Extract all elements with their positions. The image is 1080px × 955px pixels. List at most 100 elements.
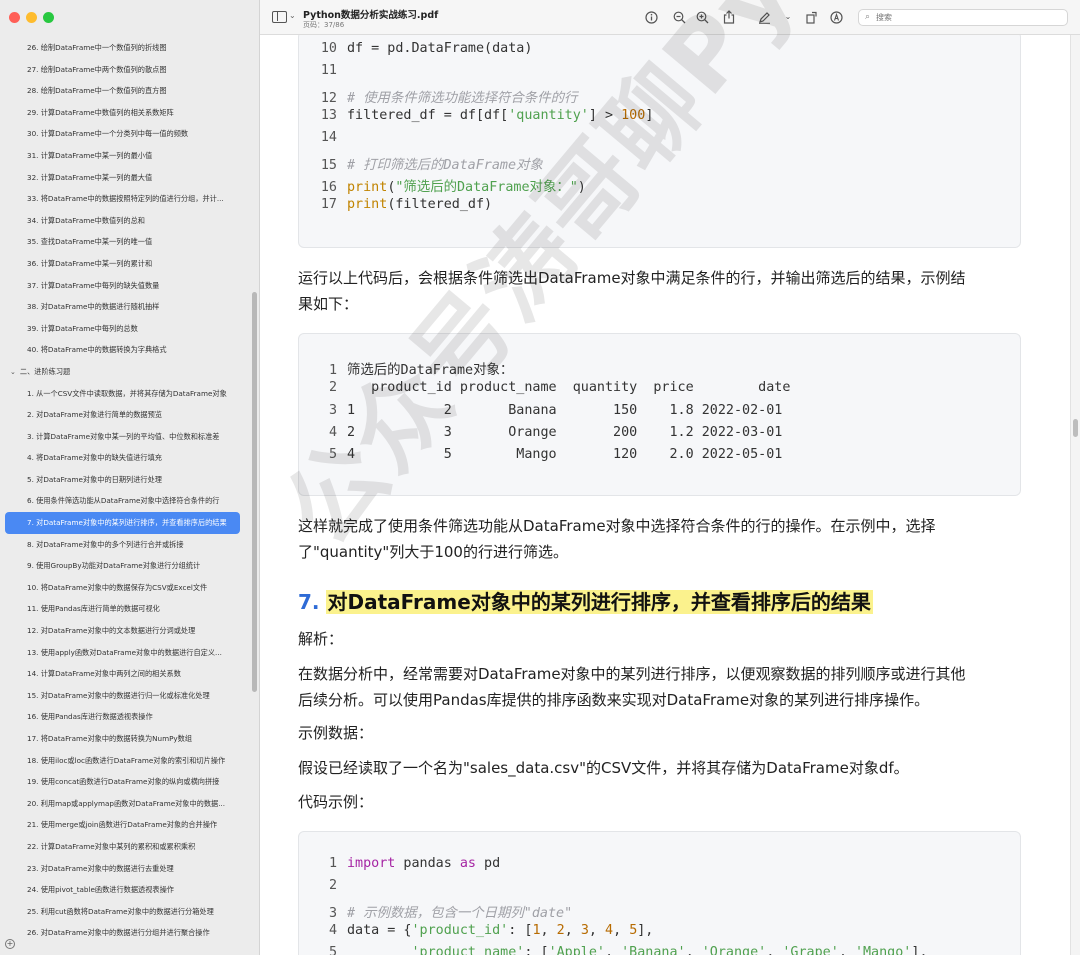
sidebar-item[interactable]: 14. 计算DataFrame对象中两列之间的相关系数 [0, 663, 250, 685]
sidebar-item-label: 37. 计算DataFrame中每列的缺失值数量 [27, 280, 160, 290]
sidebar-item[interactable]: 39. 计算DataFrame中每列的总数 [0, 318, 250, 340]
sidebar-item-label: 32. 计算DataFrame中某一列的最大值 [27, 172, 153, 182]
sidebar-item[interactable]: 24. 使用pivot_table函数进行数据透视表操作 [0, 879, 250, 901]
info-icon[interactable] [644, 10, 658, 24]
code-line: 2 [299, 878, 347, 900]
sidebar-item[interactable]: 12. 对DataFrame对象中的文本数据进行分词或处理 [0, 620, 250, 642]
sidebar-item[interactable]: 5. 对DataFrame对象中的日期列进行处理 [0, 469, 250, 491]
sidebar-item[interactable]: 36. 计算DataFrame中某一列的累计和 [0, 253, 250, 275]
paragraph-summary: 这样就完成了使用条件筛选功能从DataFrame对象中选择符合条件的行的操作。在… [298, 513, 1028, 565]
sidebar-item[interactable]: 19. 使用concat函数进行DataFrame对象的纵向或横向拼接 [0, 771, 250, 793]
line-number: 10 [320, 41, 337, 56]
sidebar-item-label: 7. 对DataFrame对象中的某列进行排序，并查看排序后的结果 [27, 518, 227, 528]
sidebar-item[interactable]: 1. 从一个CSV文件中读取数据，并将其存储为DataFrame对象 [0, 383, 250, 405]
sidebar-item[interactable]: 26. 绘制DataFrame中一个数值列的折线图 [0, 37, 250, 59]
sidebar-item[interactable]: 3. 计算DataFrame对象中某一列的平均值、中位数和标准差 [0, 426, 250, 448]
zoom-in-icon[interactable] [695, 10, 709, 24]
sidebar-item[interactable]: 37. 计算DataFrame中每列的缺失值数量 [0, 275, 250, 297]
toolbar: ⌄ Python数据分析实战练习.pdf 页码：37/86 ⌄ ⌕ [260, 0, 1080, 35]
sidebar-item[interactable]: 28. 绘制DataFrame中一个数值列的直方图 [0, 80, 250, 102]
code-line: 1 import pandas as pd [299, 856, 500, 878]
markup-pen-icon[interactable] [757, 10, 771, 24]
sidebar-scrollbar[interactable] [252, 292, 257, 692]
search-field[interactable]: ⌕ [858, 9, 1068, 26]
table-of-contents: 26. 绘制DataFrame中一个数值列的折线图 27. 绘制DataFrame… [0, 37, 250, 944]
sidebar-item-label: 9. 使用GroupBy功能对DataFrame对象进行分组统计 [27, 561, 201, 571]
sidebar-item-label: 27. 绘制DataFrame中两个数值列的散点图 [27, 64, 167, 74]
paragraph-analysis: 在数据分析中，经常需要对DataFrame对象中的某列进行排序，以便观察数据的排… [298, 661, 1028, 713]
sidebar-item-label: 5. 对DataFrame对象中的日期列进行处理 [27, 474, 162, 484]
sidebar-item-label: 22. 计算DataFrame对象中某列的累积和或累积乘积 [27, 841, 196, 851]
sidebar-item[interactable]: 13. 使用apply函数对DataFrame对象中的数据进行自定义... [0, 642, 250, 664]
chevron-down-icon[interactable]: ⌄ [10, 362, 16, 383]
search-input[interactable] [876, 11, 1061, 24]
sidebar-item[interactable]: 21. 使用merge或join函数进行DataFrame对象的合并操作 [0, 814, 250, 836]
sidebar-item[interactable]: 29. 计算DataFrame中数值列的相关系数矩阵 [0, 102, 250, 124]
sidebar-item-label: 40. 将DataFrame中的数据转换为字典格式 [27, 345, 167, 355]
annotate-icon[interactable] [829, 10, 843, 24]
paragraph-result-intro: 运行以上代码后，会根据条件筛选出DataFrame对象中满足条件的行，并输出筛选… [298, 265, 1028, 317]
zoom-out-icon[interactable] [672, 10, 686, 24]
sidebar-item[interactable]: 7. 对DataFrame对象中的某列进行排序，并查看排序后的结果 [5, 512, 240, 534]
sidebar-item[interactable]: 22. 计算DataFrame对象中某列的累积和或累积乘积 [0, 836, 250, 858]
close-window-button[interactable] [9, 12, 20, 23]
code-text: 2 3 Orange 200 1.2 2022-03-01 [347, 424, 783, 440]
code-text: data = {'product_id': [1, 2, 3, 4, 5], [347, 922, 654, 938]
sidebar-item[interactable]: 25. 利用cut函数将DataFrame对象中的数据进行分箱处理 [0, 901, 250, 923]
sidebar-item[interactable]: 10. 将DataFrame对象中的数据保存为CSV或Excel文件 [0, 577, 250, 599]
sidebar-item[interactable]: 11. 使用Pandas库进行简单的数据可视化 [0, 598, 250, 620]
sidebar-item-label: 3. 计算DataFrame对象中某一列的平均值、中位数和标准差 [27, 431, 220, 441]
sidebar-item[interactable]: 6. 使用条件筛选功能从DataFrame对象中选择符合条件的行 [0, 490, 250, 512]
code-line: 16 print("筛选后的DataFrame对象：") [299, 175, 586, 197]
code-line: 10 df = pd.DataFrame(data) [299, 41, 533, 63]
sidebar-item[interactable]: 15. 对DataFrame对象中的数据进行归一化或标准化处理 [0, 685, 250, 707]
sidebar-item[interactable]: 32. 计算DataFrame中某一列的最大值 [0, 167, 250, 189]
sidebar-item-label: 23. 对DataFrame对象中的数据进行去重处理 [27, 863, 174, 873]
code-line: 12 # 使用条件筛选功能选择符合条件的行 [299, 86, 578, 108]
sidebar-item[interactable]: 23. 对DataFrame对象中的数据进行去重处理 [0, 858, 250, 880]
line-number: 5 [328, 945, 337, 955]
sidebar-item[interactable]: 4. 将DataFrame对象中的缺失值进行填充 [0, 447, 250, 469]
line-number: 12 [320, 90, 337, 106]
sidebar-item[interactable]: 20. 利用map或applymap函数对DataFrame对象中的数据... [0, 793, 250, 815]
sidebar-item[interactable]: 9. 使用GroupBy功能对DataFrame对象进行分组统计 [0, 555, 250, 577]
sidebar-item-label: 35. 查找DataFrame中某一列的唯一值 [27, 237, 153, 247]
sidebar-item[interactable]: 38. 对DataFrame中的数据进行随机抽样 [0, 296, 250, 318]
sidebar-item[interactable]: 27. 绘制DataFrame中两个数值列的散点图 [0, 59, 250, 81]
document-page[interactable]: 10 df = pd.DataFrame(data) 11 12 # 使用条件筛选功能选… [260, 35, 1068, 955]
sidebar-item-label: 30. 计算DataFrame中一个分类列中每一值的频数 [27, 129, 189, 139]
heading-text: 对DataFrame对象中的某列进行排序，并查看排序后的结果 [325, 590, 873, 614]
share-icon[interactable] [722, 10, 736, 24]
sidebar-item[interactable]: 33. 将DataFrame中的数据按照特定列的值进行分组，并计... [0, 188, 250, 210]
sidebar-item[interactable]: 34. 计算DataFrame中数值列的总和 [0, 210, 250, 232]
document-scrollbar[interactable] [1070, 35, 1080, 955]
add-icon[interactable]: + [5, 939, 15, 949]
sidebar-section[interactable]: ⌄ 二、进阶练习题 [0, 361, 250, 383]
sidebar-item[interactable]: 30. 计算DataFrame中一个分类列中每一值的频数 [0, 123, 250, 145]
zoom-window-button[interactable] [43, 12, 54, 23]
sidebar-item[interactable]: 31. 计算DataFrame中某一列的最小值 [0, 145, 250, 167]
code-block-filter: 10 df = pd.DataFrame(data) 11 12 # 使用条件筛选功能选… [298, 35, 1021, 248]
sidebar-item-label: 14. 计算DataFrame对象中两列之间的相关系数 [27, 669, 181, 679]
rotate-icon[interactable] [804, 10, 818, 24]
sidebar-item[interactable]: 17. 将DataFrame对象中的数据转换为NumPy数组 [0, 728, 250, 750]
minimize-window-button[interactable] [26, 12, 37, 23]
sidebar-item-label: 8. 对DataFrame对象中的多个列进行合并或拆接 [27, 539, 184, 549]
code-line: 11 [299, 63, 347, 85]
sidebar-item[interactable]: 40. 将DataFrame中的数据转换为字典格式 [0, 339, 250, 361]
sidebar-item[interactable]: 2. 对DataFrame对象进行简单的数据预览 [0, 404, 250, 426]
sidebar-item-label: 1. 从一个CSV文件中读取数据，并将其存储为DataFrame对象 [27, 388, 227, 398]
chevron-down-icon[interactable]: ⌄ [289, 11, 296, 20]
sidebar-item[interactable]: 16. 使用Pandas库进行数据透视表操作 [0, 706, 250, 728]
sidebar-item-label: 16. 使用Pandas库进行数据透视表操作 [27, 712, 153, 722]
sidebar-item-label: 4. 将DataFrame对象中的缺失值进行填充 [27, 453, 162, 463]
sidebar-item[interactable]: 35. 查找DataFrame中某一列的唯一值 [0, 231, 250, 253]
sidebar-item[interactable]: 8. 对DataFrame对象中的多个列进行合并或拆接 [0, 534, 250, 556]
chevron-down-icon[interactable]: ⌄ [781, 10, 795, 24]
sidebar-item-label: 10. 将DataFrame对象中的数据保存为CSV或Excel文件 [27, 582, 208, 592]
sidebar-item[interactable]: 26. 对DataFrame对象中的数据进行分组并进行聚合操作 [0, 922, 250, 944]
line-number: 2 [328, 878, 337, 894]
sidebar-item[interactable]: 18. 使用iloc或loc函数进行DataFrame对象的索引和切片操作 [0, 750, 250, 772]
code-line: 1 筛选后的DataFrame对象： [299, 358, 513, 380]
sidebar-toggle-icon[interactable] [272, 11, 287, 23]
